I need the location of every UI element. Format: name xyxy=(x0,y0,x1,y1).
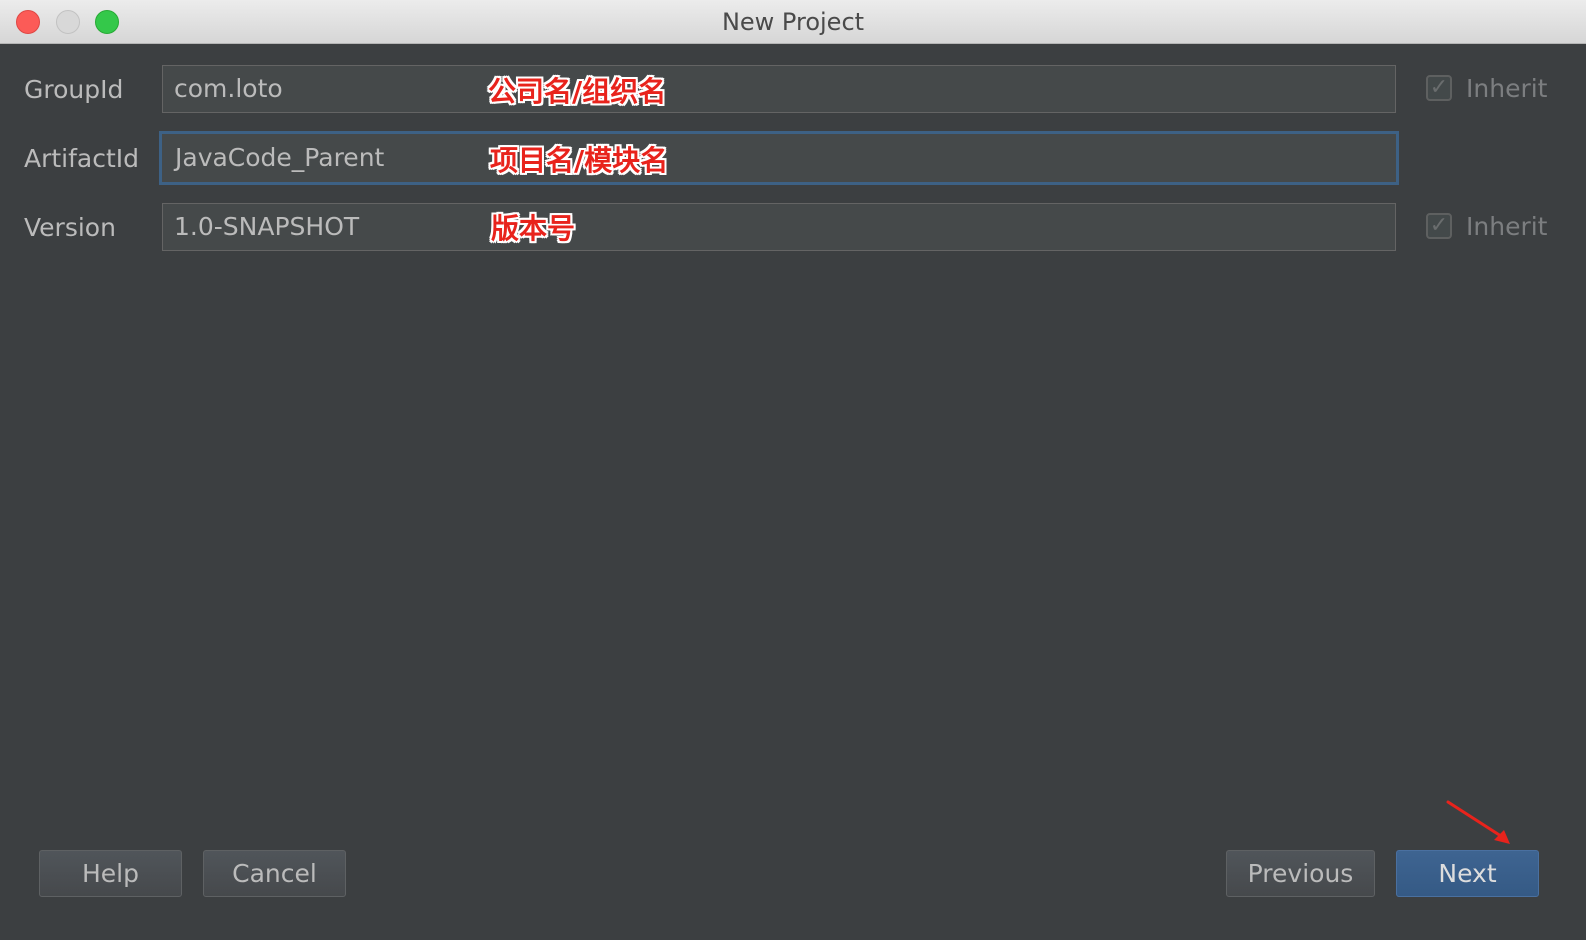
cancel-button[interactable]: Cancel xyxy=(203,850,346,897)
previous-button[interactable]: Previous xyxy=(1226,850,1375,897)
version-label: Version xyxy=(24,213,116,242)
help-button[interactable]: Help xyxy=(39,850,182,897)
artifactid-annotation: 项目名/模块名 xyxy=(490,144,669,177)
check-icon: ✓ xyxy=(1429,213,1449,238)
artifactid-label: ArtifactId xyxy=(24,144,140,173)
groupid-inherit-label: Inherit xyxy=(1466,73,1548,103)
arrow-icon xyxy=(1446,800,1510,844)
window-title: New Project xyxy=(721,8,865,36)
groupid-input[interactable]: com.loto xyxy=(162,65,1396,113)
check-icon: ✓ xyxy=(1429,75,1449,100)
groupid-annotation: 公司名/组织名 xyxy=(488,75,667,108)
groupid-inherit-checkbox[interactable]: ✓ xyxy=(1426,75,1452,101)
version-annotation: 版本号 xyxy=(491,212,576,245)
groupid-inherit[interactable]: ✓ Inherit xyxy=(1426,73,1547,103)
new-project-window: New Project GroupId com.loto 公司名/组织名 ✓ I… xyxy=(0,0,1586,940)
artifactid-input[interactable]: JavaCode_Parent xyxy=(159,131,1399,185)
title-bar: New Project xyxy=(0,0,1586,44)
version-inherit[interactable]: ✓ Inherit xyxy=(1426,211,1547,241)
version-inherit-label: Inherit xyxy=(1466,211,1548,241)
groupid-label: GroupId xyxy=(24,75,124,104)
next-button[interactable]: Next xyxy=(1396,850,1539,897)
version-inherit-checkbox[interactable]: ✓ xyxy=(1426,213,1452,239)
version-input[interactable]: 1.0-SNAPSHOT xyxy=(162,203,1396,251)
